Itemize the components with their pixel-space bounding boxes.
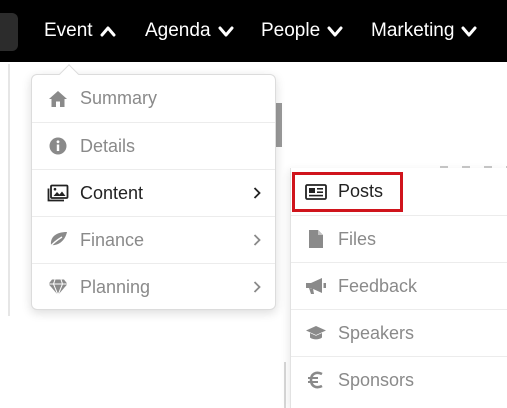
nav-item-label: Marketing (371, 20, 455, 41)
nav-item-event[interactable]: Event (44, 0, 116, 62)
chevron-down-icon (461, 26, 477, 37)
chevron-up-icon (100, 26, 116, 37)
nav-item-label: Event (44, 20, 93, 41)
event-dropdown-menu: Summary Details Content Finance Planning (31, 74, 276, 310)
submenu-item-label: Posts (338, 181, 384, 201)
top-nav-bar: Event Agenda People Marketing (0, 0, 507, 62)
menu-item-content[interactable]: Content (32, 169, 275, 216)
nav-item-people[interactable]: People (261, 0, 343, 62)
menu-item-label: Summary (80, 88, 158, 108)
nav-item-agenda[interactable]: Agenda (145, 0, 234, 62)
menu-item-label: Planning (80, 276, 151, 297)
info-circle-icon (47, 135, 69, 157)
page-divider (8, 64, 10, 316)
submenu-item-label: Files (338, 228, 377, 249)
nav-item-marketing[interactable]: Marketing (371, 0, 477, 62)
nav-item-label: People (261, 20, 321, 41)
submenu-item-posts[interactable]: Posts (291, 168, 507, 215)
image-card-icon (47, 182, 69, 204)
euro-icon (305, 369, 327, 391)
submenu-item-speakers[interactable]: Speakers (291, 309, 507, 356)
chevron-right-icon (253, 234, 261, 246)
leaf-icon (47, 229, 69, 251)
submenu-item-files[interactable]: Files (291, 215, 507, 262)
menu-item-label: Details (80, 135, 136, 156)
menu-item-details[interactable]: Details (32, 122, 275, 169)
menu-item-label: Content (80, 182, 144, 203)
menu-item-label: Finance (80, 229, 145, 250)
chevron-right-icon (253, 187, 261, 199)
submenu-item-feedback[interactable]: Feedback (291, 262, 507, 309)
page-divider (284, 362, 286, 408)
graduation-cap-icon (305, 322, 327, 344)
newspaper-icon (305, 181, 327, 203)
chevron-right-icon (253, 281, 261, 293)
file-icon (305, 228, 327, 250)
submenu-item-label: Feedback (338, 275, 418, 296)
megaphone-icon (305, 275, 327, 297)
home-icon (47, 88, 69, 110)
search-box-edge[interactable] (0, 13, 18, 51)
submenu-item-sponsors[interactable]: Sponsors (291, 356, 507, 403)
chevron-down-icon (327, 26, 343, 37)
content-submenu: Posts Files Feedback Speakers Sponsors (290, 168, 507, 408)
menu-item-planning[interactable]: Planning (32, 263, 275, 310)
nav-item-label: Agenda (145, 20, 211, 41)
submenu-item-label: Sponsors (338, 369, 415, 390)
menu-item-finance[interactable]: Finance (32, 216, 275, 263)
submenu-item-label: Speakers (338, 322, 415, 343)
chevron-down-icon (218, 26, 234, 37)
diamond-icon (47, 276, 69, 298)
